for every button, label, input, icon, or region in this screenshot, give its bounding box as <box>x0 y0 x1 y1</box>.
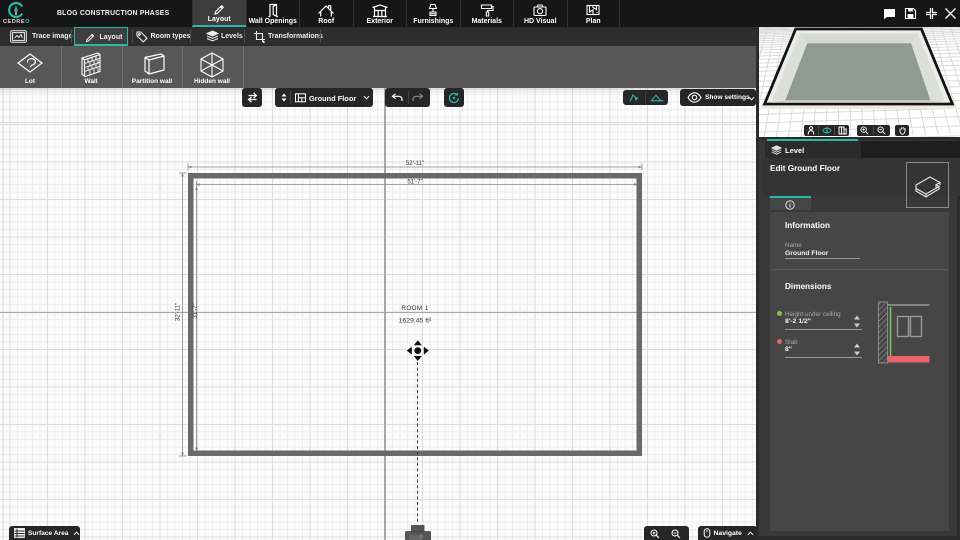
svg-text:31'-7": 31'-7" <box>193 303 199 318</box>
svg-text:ROOM 1: ROOM 1 <box>401 305 428 312</box>
svg-text:1629.45 ft²: 1629.45 ft² <box>399 318 432 325</box>
svg-text:32'-11": 32'-11" <box>176 303 182 321</box>
svg-text:52'-11": 52'-11" <box>406 161 424 167</box>
svg-text:51'-7": 51'-7" <box>407 180 422 186</box>
